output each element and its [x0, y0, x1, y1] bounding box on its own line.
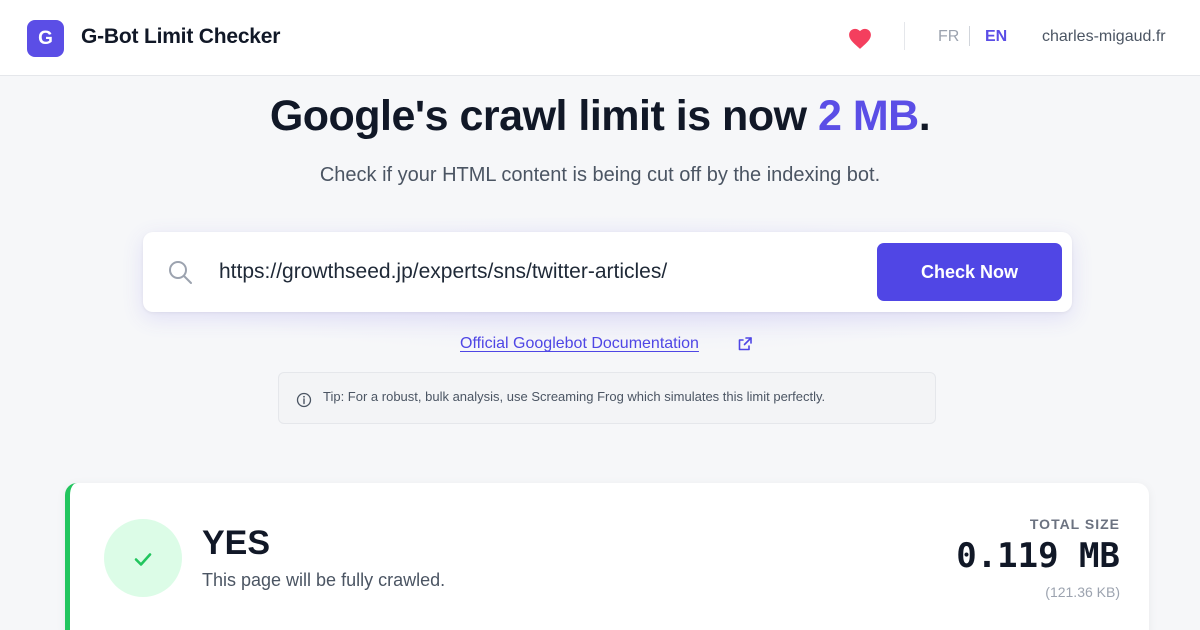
result-verdict: YES — [202, 524, 271, 562]
lang-divider — [969, 26, 970, 46]
author-site-link[interactable]: charles-migaud.fr — [1042, 28, 1166, 46]
total-size-kb: (121.36 KB) — [1045, 584, 1120, 600]
page-subtitle: Check if your HTML content is being cut … — [319, 164, 881, 186]
title-accent: 2 MB — [817, 92, 919, 140]
header-divider — [904, 22, 905, 50]
lang-en-link[interactable]: EN — [985, 28, 1007, 46]
tip-text: Tip: For a robust, bulk analysis, use Sc… — [323, 389, 826, 404]
page-title: Google's crawl limit is now 2 MB. — [0, 92, 1200, 141]
title-suffix: . — [918, 92, 931, 140]
external-link-icon[interactable] — [737, 336, 753, 352]
info-icon — [296, 392, 312, 408]
googlebot-doc-link[interactable]: Official Googlebot Documentation — [460, 335, 699, 353]
check-now-button[interactable]: Check Now — [877, 243, 1062, 301]
url-input[interactable] — [219, 255, 859, 289]
total-size-value: 0.119 MB — [956, 536, 1120, 576]
result-description: This page will be fully crawled. — [202, 570, 446, 590]
lang-fr-link[interactable]: FR — [938, 28, 959, 46]
check-icon — [134, 553, 152, 566]
heart-icon[interactable] — [846, 26, 874, 50]
search-icon — [169, 261, 192, 284]
total-size-label: TOTAL SIZE — [1029, 516, 1120, 532]
logo-badge[interactable]: G — [27, 20, 64, 57]
app-title[interactable]: G-Bot Limit Checker — [81, 25, 280, 49]
title-prefix: Google's crawl limit is now — [269, 92, 818, 140]
